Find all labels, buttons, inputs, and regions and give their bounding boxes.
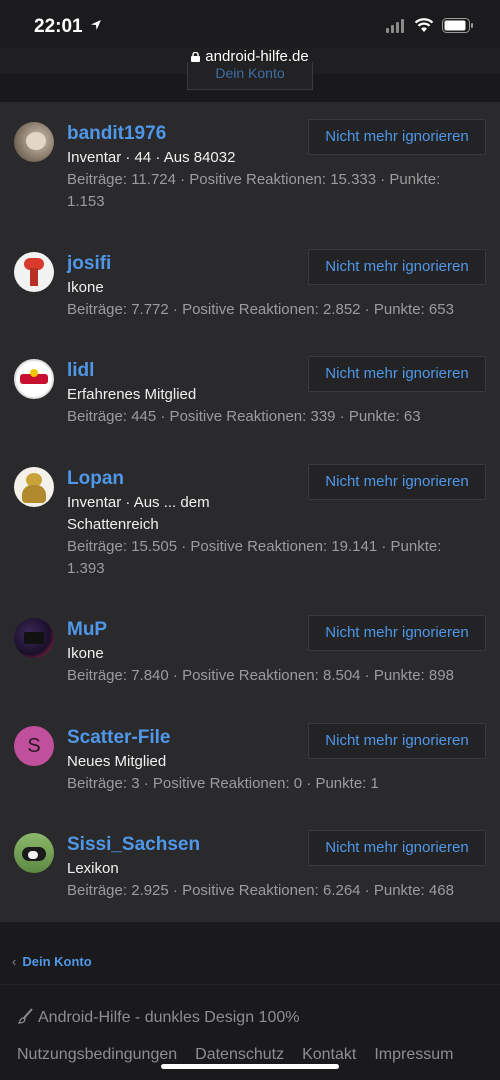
member-name[interactable]: lidl: [67, 360, 94, 382]
cellular-signal-icon: [386, 19, 404, 33]
chevron-left-icon: ‹: [12, 954, 17, 969]
member-title: Ikone: [67, 279, 104, 296]
unignore-button[interactable]: Nicht mehr ignorieren: [308, 249, 486, 285]
member-title: Erfahrenes Mitglied: [67, 386, 197, 403]
divider: [0, 984, 500, 985]
unignore-button[interactable]: Nicht mehr ignorieren: [308, 723, 486, 759]
avatar[interactable]: [14, 618, 54, 658]
member-name[interactable]: josifi: [67, 253, 111, 275]
location-arrow-icon: [91, 20, 101, 30]
breadcrumb-back-link[interactable]: ‹ Dein Konto: [12, 954, 92, 969]
style-chooser-label: Android-Hilfe - dunkles Design 100%: [38, 1009, 300, 1026]
footer-link-privacy[interactable]: Datenschutz: [195, 1046, 284, 1064]
avatar-initial: S: [27, 735, 41, 757]
lock-icon: [191, 52, 201, 63]
unignore-button[interactable]: Nicht mehr ignorieren: [308, 464, 486, 500]
member-stats: Beiträge: 3 · Positive Reaktionen: 0 · P…: [67, 775, 379, 792]
ignored-members-list: bandit1976 Inventar · 44 · Aus 84032 Bei…: [0, 102, 500, 922]
member-name[interactable]: MuP: [67, 619, 107, 641]
footer: ‹ Dein Konto Android-Hilfe - dunkles Desi…: [0, 922, 500, 1080]
member-stats: Beiträge: 11.724 · Positive Reaktionen: …: [67, 171, 441, 210]
account-button-label: Dein Konto: [215, 65, 285, 81]
home-indicator: [161, 1064, 339, 1069]
member-title: Ikone: [67, 645, 104, 662]
account-button-partial[interactable]: Dein Konto: [187, 62, 313, 90]
member-stats: Beiträge: 445 · Positive Reaktionen: 339…: [67, 408, 421, 425]
member-title: Neues Mitglied: [67, 753, 167, 770]
status-bar: 22:01 android-hilfe.de: [0, 0, 500, 65]
footer-link-imprint[interactable]: Impressum: [374, 1046, 453, 1064]
unignore-button[interactable]: Nicht mehr ignorieren: [308, 119, 486, 155]
unignore-button[interactable]: Nicht mehr ignorieren: [308, 830, 486, 866]
style-chooser[interactable]: Android-Hilfe - dunkles Design 100%: [18, 1008, 299, 1027]
paintbrush-icon: [18, 1008, 33, 1024]
unignore-button[interactable]: Nicht mehr ignorieren: [308, 356, 486, 392]
back-link-label: Dein Konto: [22, 954, 92, 969]
member-name[interactable]: bandit1976: [67, 123, 166, 145]
avatar[interactable]: [14, 467, 54, 507]
member-title: Inventar · 44 · Aus 84032: [67, 149, 236, 166]
wifi-icon: [414, 18, 434, 32]
member-title: Lexikon: [67, 860, 119, 877]
member-stats: Beiträge: 7.840 · Positive Reaktionen: 8…: [67, 667, 454, 684]
member-name[interactable]: Sissi_Sachsen: [67, 834, 200, 856]
clock: 22:01: [34, 16, 83, 37]
avatar[interactable]: [14, 252, 54, 292]
avatar[interactable]: [14, 359, 54, 399]
member-stats: Beiträge: 7.772 · Positive Reaktionen: 2…: [67, 301, 454, 318]
battery-icon: [442, 18, 473, 33]
avatar[interactable]: [14, 833, 54, 873]
footer-link-terms[interactable]: Nutzungsbedingungen: [17, 1046, 177, 1064]
avatar[interactable]: [14, 122, 54, 162]
member-name[interactable]: Scatter-File: [67, 727, 170, 749]
avatar[interactable]: S: [14, 726, 54, 766]
member-stats: Beiträge: 2.925 · Positive Reaktionen: 6…: [67, 882, 454, 899]
member-title: Inventar · Aus ... dem Schattenreich: [67, 494, 210, 533]
footer-links: Nutzungsbedingungen Datenschutz Kontakt …: [17, 1046, 453, 1064]
unignore-button[interactable]: Nicht mehr ignorieren: [308, 615, 486, 651]
member-stats: Beiträge: 15.505 · Positive Reaktionen: …: [67, 538, 442, 577]
member-name[interactable]: Lopan: [67, 468, 124, 490]
footer-link-contact[interactable]: Kontakt: [302, 1046, 356, 1064]
